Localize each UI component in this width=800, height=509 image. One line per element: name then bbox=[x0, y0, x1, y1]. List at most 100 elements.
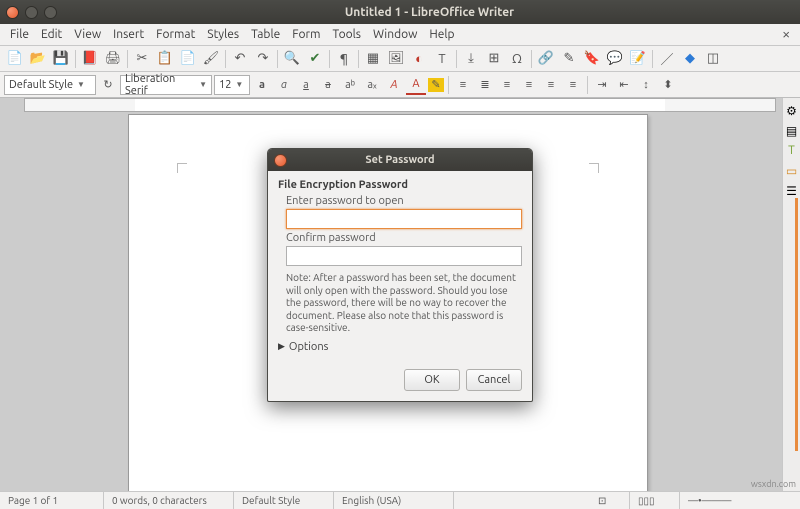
clone-format-icon[interactable]: 🖌 bbox=[200, 48, 222, 70]
strikethrough-icon[interactable]: a bbox=[318, 75, 338, 95]
confirm-password-label: Confirm password bbox=[286, 232, 522, 244]
chart-icon[interactable]: ◐ bbox=[408, 48, 430, 70]
separator bbox=[358, 50, 359, 68]
separator bbox=[531, 50, 532, 68]
window-close-button[interactable] bbox=[6, 6, 19, 19]
open-icon[interactable]: 📂 bbox=[27, 48, 49, 70]
separator bbox=[75, 50, 76, 68]
justify-icon[interactable]: ≡ bbox=[563, 75, 583, 95]
menu-form[interactable]: Form bbox=[286, 28, 326, 41]
status-wordcount[interactable]: 0 words, 0 characters bbox=[104, 492, 234, 509]
status-zoom-slider[interactable]: —•——— bbox=[680, 492, 800, 509]
spellcheck-icon[interactable]: ✔ bbox=[304, 48, 326, 70]
update-style-icon[interactable]: ↻ bbox=[98, 75, 118, 95]
document-close-button[interactable]: × bbox=[776, 27, 796, 42]
menu-file[interactable]: File bbox=[4, 28, 35, 41]
paragraph-style-combo[interactable]: Default Style ▼ bbox=[4, 75, 96, 95]
paste-icon[interactable]: 📄 bbox=[177, 48, 199, 70]
menu-view[interactable]: View bbox=[68, 28, 107, 41]
field-icon[interactable]: ⊞ bbox=[483, 48, 505, 70]
draw-icon[interactable]: ◫ bbox=[702, 48, 724, 70]
align-left-icon[interactable]: ≡ bbox=[497, 75, 517, 95]
menu-help[interactable]: Help bbox=[423, 28, 460, 41]
font-size-combo[interactable]: 12 ▼ bbox=[214, 75, 250, 95]
indent-decrease-icon[interactable]: ⇤ bbox=[614, 75, 634, 95]
sidebar-properties-icon[interactable]: ▤ bbox=[785, 124, 799, 140]
undo-icon[interactable]: ↶ bbox=[229, 48, 251, 70]
separator bbox=[225, 50, 226, 68]
shapes-icon[interactable]: ◆ bbox=[679, 48, 701, 70]
font-name-combo[interactable]: Liberation Serif ▼ bbox=[120, 75, 212, 95]
dialog-titlebar[interactable]: Set Password bbox=[268, 149, 532, 171]
confirm-password-input[interactable] bbox=[286, 246, 522, 266]
subscript-icon[interactable]: aₓ bbox=[362, 75, 382, 95]
separator bbox=[587, 76, 588, 94]
redo-icon[interactable]: ↷ bbox=[252, 48, 274, 70]
footnote-icon[interactable]: ✎ bbox=[558, 48, 580, 70]
highlight-icon[interactable]: ✎ bbox=[428, 78, 444, 92]
align-center-icon[interactable]: ≡ bbox=[519, 75, 539, 95]
menu-format[interactable]: Format bbox=[150, 28, 201, 41]
sidebar-gallery-icon[interactable]: ▭ bbox=[785, 164, 799, 180]
dialog-close-button[interactable] bbox=[274, 154, 287, 167]
cut-icon[interactable]: ✂ bbox=[131, 48, 153, 70]
textbox-icon[interactable]: T bbox=[431, 48, 453, 70]
export-pdf-icon[interactable]: 📕 bbox=[79, 48, 101, 70]
new-icon[interactable]: 📄 bbox=[4, 48, 26, 70]
find-icon[interactable]: 🔍 bbox=[281, 48, 303, 70]
bold-icon[interactable]: a bbox=[252, 75, 272, 95]
sidebar-styles-icon[interactable]: T bbox=[785, 144, 799, 160]
window-minimize-button[interactable] bbox=[25, 6, 38, 19]
bookmark-icon[interactable]: 🔖 bbox=[581, 48, 603, 70]
menu-styles[interactable]: Styles bbox=[201, 28, 245, 41]
copy-icon[interactable]: 📋 bbox=[154, 48, 176, 70]
indent-increase-icon[interactable]: ⇥ bbox=[592, 75, 612, 95]
formatting-toolbar: Default Style ▼ ↻ Liberation Serif ▼ 12 … bbox=[0, 72, 800, 98]
line-spacing-icon[interactable]: ↕ bbox=[636, 75, 656, 95]
hyperlink-icon[interactable]: 🔗 bbox=[535, 48, 557, 70]
menu-table[interactable]: Table bbox=[245, 28, 286, 41]
para-spacing-icon[interactable]: ⬍ bbox=[658, 75, 678, 95]
line-icon[interactable]: ／ bbox=[656, 48, 678, 70]
superscript-icon[interactable]: aᵇ bbox=[340, 75, 360, 95]
numbering-icon[interactable]: ≣ bbox=[475, 75, 495, 95]
image-icon[interactable]: 🖼 bbox=[385, 48, 407, 70]
window-titlebar: Untitled 1 - LibreOffice Writer bbox=[0, 0, 800, 24]
menu-edit[interactable]: Edit bbox=[35, 28, 68, 41]
clear-format-icon[interactable]: A bbox=[384, 75, 404, 95]
enter-password-input[interactable] bbox=[286, 209, 522, 229]
align-right-icon[interactable]: ≡ bbox=[541, 75, 561, 95]
menu-tools[interactable]: Tools bbox=[326, 28, 367, 41]
pagebreak-icon[interactable]: ⤓ bbox=[460, 48, 482, 70]
menu-bar: File Edit View Insert Format Styles Tabl… bbox=[0, 24, 800, 46]
horizontal-ruler[interactable] bbox=[24, 98, 776, 112]
menu-insert[interactable]: Insert bbox=[107, 28, 150, 41]
status-selection-mode[interactable]: ⊡ bbox=[590, 492, 630, 509]
bullets-icon[interactable]: ≡ bbox=[453, 75, 473, 95]
track-changes-icon[interactable]: 📝 bbox=[627, 48, 649, 70]
comment-icon[interactable]: 💬 bbox=[604, 48, 626, 70]
sidebar-grip[interactable] bbox=[795, 198, 798, 451]
options-expander[interactable]: ▶ Options bbox=[278, 341, 522, 353]
print-icon[interactable]: 🖨 bbox=[102, 48, 124, 70]
save-icon[interactable]: 💾 bbox=[50, 48, 72, 70]
enter-password-label: Enter password to open bbox=[286, 195, 522, 207]
special-char-icon[interactable]: Ω bbox=[506, 48, 528, 70]
separator bbox=[277, 50, 278, 68]
window-maximize-button[interactable] bbox=[44, 6, 57, 19]
sidebar-settings-icon[interactable]: ⚙ bbox=[785, 104, 799, 120]
status-page-style[interactable]: Default Style bbox=[234, 492, 334, 509]
ok-button[interactable]: OK bbox=[404, 369, 460, 391]
margin-marker bbox=[177, 163, 187, 173]
underline-icon[interactable]: a bbox=[296, 75, 316, 95]
menu-window[interactable]: Window bbox=[367, 28, 423, 41]
font-color-icon[interactable]: A bbox=[406, 75, 426, 95]
status-page[interactable]: Page 1 of 1 bbox=[0, 492, 104, 509]
nonprinting-icon[interactable]: ¶ bbox=[333, 48, 355, 70]
separator bbox=[448, 76, 449, 94]
italic-icon[interactable]: a bbox=[274, 75, 294, 95]
cancel-button[interactable]: Cancel bbox=[466, 369, 522, 391]
status-language[interactable]: English (USA) bbox=[334, 492, 454, 509]
table-icon[interactable]: ▦ bbox=[362, 48, 384, 70]
status-view-layout[interactable]: ▯▯▯ bbox=[630, 492, 680, 509]
